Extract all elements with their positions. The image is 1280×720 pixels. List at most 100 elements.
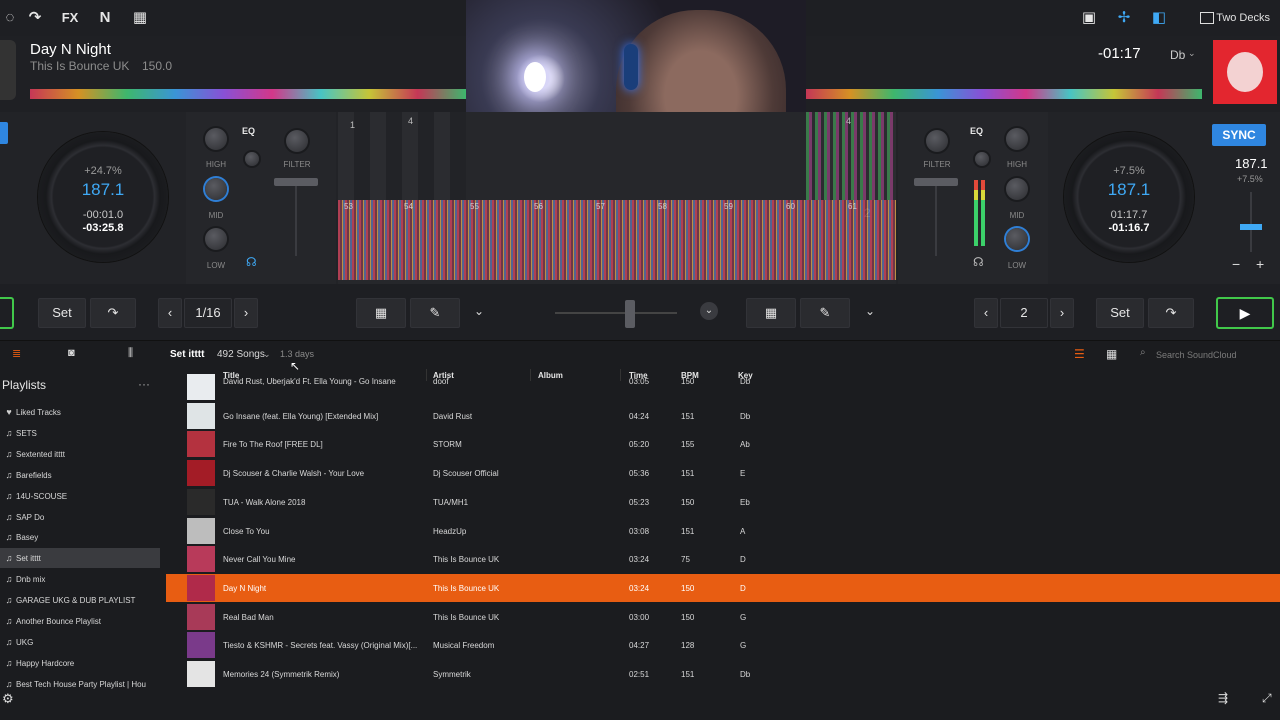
crossfader[interactable] xyxy=(555,300,677,328)
automix-icon[interactable]: ↷ xyxy=(25,9,45,27)
track-row[interactable]: TUA - Walk Alone 2018 TUA/MH1 05:23 150 Eb xyxy=(166,488,1280,516)
search-input[interactable]: Search SoundCloud xyxy=(1138,347,1276,363)
eq-label-b[interactable]: EQ xyxy=(970,126,983,136)
sidebar-playlist-item[interactable]: ♫ Barefields xyxy=(0,465,160,485)
song-count-dropdown[interactable]: 492 Songs xyxy=(217,349,265,360)
track-row[interactable]: Memories 24 (Symmetrik Remix) Symmetrik 02… xyxy=(166,660,1280,688)
filter-knob[interactable] xyxy=(286,130,308,152)
deck-a-jog-wheel[interactable]: +24.7% 187.1 -00:01.0 -03:25.8 xyxy=(38,132,168,262)
sidebar-playlist-item[interactable]: ♫ Happy Hardcore xyxy=(0,653,160,673)
track-row[interactable]: Fire To The Roof [FREE DL] STORM 05:20 155 A… xyxy=(166,430,1280,458)
deck-b-cue-jump-icon[interactable]: ↷ xyxy=(1148,298,1194,328)
track-row[interactable]: Dj Scouser & Charlie Walsh - Your Love Dj… xyxy=(166,459,1280,487)
beat-aligned-waveform[interactable] xyxy=(338,200,896,280)
deck-a-sync-button[interactable] xyxy=(0,122,8,144)
list-view-icon[interactable]: ☰ xyxy=(1074,347,1085,361)
grid-view-icon[interactable]: ▦ xyxy=(1106,347,1117,361)
headphone-cue-icon-b[interactable]: ☊ xyxy=(973,255,984,269)
chevron-down-icon[interactable]: ⌄ xyxy=(474,304,484,318)
record-icon[interactable]: ◌ xyxy=(0,9,20,27)
track-row[interactable]: Tiesto & KSHMR - Secrets feat. Vassy (Or… xyxy=(166,631,1280,659)
deck-a-loop-size[interactable]: 1/16 xyxy=(184,298,232,328)
two-decks-icon[interactable] xyxy=(1200,12,1214,24)
high-eq-knob-b[interactable] xyxy=(1006,128,1028,150)
deck-a-zoom-waveform[interactable] xyxy=(338,112,466,200)
sidebar-playlist-item[interactable]: ♫ Sextented itttt xyxy=(0,444,160,464)
deck-a-loop-next-button[interactable]: › xyxy=(234,298,258,328)
fx-button[interactable]: FX xyxy=(60,9,80,27)
deck-b-play-button[interactable]: ▶ xyxy=(1216,297,1274,329)
sidebar-playlist-item[interactable]: ♫ SETS xyxy=(0,423,160,443)
deck-a-overview-waveform[interactable] xyxy=(30,89,466,99)
sidebar-playlist-item[interactable]: ♫ GARAGE UKG & DUB PLAYLIST xyxy=(0,590,160,610)
neural-mix-icon[interactable]: N xyxy=(95,9,115,27)
sidebar-playlist-item[interactable]: ♫ Best Tech House Party Playlist | Hou xyxy=(0,674,160,689)
high-eq-knob[interactable] xyxy=(205,128,227,150)
deck-b-jog-wheel[interactable]: +7.5% 187.1 01:17.7 -01:16.7 xyxy=(1064,132,1194,262)
deck-b-loop-size[interactable]: 2 xyxy=(1000,298,1048,328)
sidebar-playlist-item[interactable]: ♫ Another Bounce Playlist xyxy=(0,611,160,631)
deck-a-set-cue-button[interactable]: Set xyxy=(38,298,86,328)
track-row[interactable]: David Rust, Uberjak'd Ft. Ella Young - G… xyxy=(166,373,1280,401)
deck-b-edit-icon[interactable]: ✎ xyxy=(800,298,850,328)
sidebar-playlist-item[interactable]: ♫ 14U-SCOUSE xyxy=(0,486,160,506)
mid-eq-knob-b[interactable] xyxy=(1006,178,1028,200)
crossfader-options-icon[interactable]: ⌄ xyxy=(700,302,718,320)
grid-icon[interactable]: ▦ xyxy=(130,9,150,27)
sidebar-playlist-item[interactable]: ♫ Dnb mix xyxy=(0,569,160,589)
library-tab-icon[interactable]: ⫼ xyxy=(128,347,133,360)
pitch-plus-button[interactable]: + xyxy=(1256,256,1264,272)
layout-selector[interactable]: Two Decks xyxy=(1216,12,1270,24)
deck-b-sync-button[interactable]: SYNC xyxy=(1212,124,1266,146)
queue-icon[interactable]: ⇶ xyxy=(1218,691,1228,705)
sidebar-playlist-item[interactable]: ♥ Liked Tracks xyxy=(0,402,160,422)
deck-b-overview-waveform[interactable] xyxy=(806,89,1202,99)
settings-gear-icon[interactable]: ⚙ xyxy=(2,691,14,707)
playlist-icon: ♫ xyxy=(5,574,13,585)
filter-knob-b[interactable] xyxy=(926,130,948,152)
mid-eq-knob[interactable] xyxy=(205,178,227,200)
central-waveforms[interactable]: 1 4 4 2 53 54 55 56 57 58 59 60 61 xyxy=(338,112,896,284)
sidebar-playlist-item[interactable]: ♫ SAP Do xyxy=(0,507,160,527)
deck-b-loop-next-button[interactable]: › xyxy=(1050,298,1074,328)
video-layout-icon[interactable]: ▣ xyxy=(1079,9,1099,27)
deck-a-edit-icon[interactable]: ✎ xyxy=(410,298,460,328)
sidebar-playlist-item[interactable]: ♫ Set itttt xyxy=(0,548,160,569)
playlists-tab-icon[interactable]: ≣ xyxy=(12,347,21,360)
deck-a-volume-fader[interactable] xyxy=(274,178,318,186)
sidebar-playlist-item[interactable]: ♫ UKG xyxy=(0,632,160,652)
pitch-slider-handle[interactable] xyxy=(1240,224,1262,230)
low-eq-knob[interactable] xyxy=(205,228,227,250)
deck-a-loop-prev-button[interactable]: ‹ xyxy=(158,298,182,328)
deck-a-cue-jump-icon[interactable]: ↷ xyxy=(90,298,136,328)
chevron-down-icon[interactable]: ⌄ xyxy=(263,349,271,360)
fullscreen-icon[interactable]: ⤢ xyxy=(1262,691,1272,706)
track-row[interactable]: Never Call You Mine This Is Bounce UK 03:2… xyxy=(166,545,1280,573)
gain-knob-b[interactable] xyxy=(975,152,989,166)
deck-b-set-cue-button[interactable]: Set xyxy=(1096,298,1144,328)
more-options-icon[interactable]: ··· xyxy=(138,377,150,391)
deck-b-volume-fader[interactable] xyxy=(914,178,958,186)
deck-b-key[interactable]: Db xyxy=(1170,48,1185,62)
chevron-down-icon[interactable]: ⌄ xyxy=(865,304,875,318)
headphone-cue-icon[interactable]: ☊ xyxy=(246,255,257,269)
eq-label[interactable]: EQ xyxy=(242,126,255,136)
deck-b-loop-prev-button[interactable]: ‹ xyxy=(974,298,998,328)
track-row[interactable]: Close To You HeadzUp 03:08 151 A xyxy=(166,517,1280,545)
waveform-view-icon[interactable]: ✢ xyxy=(1114,9,1134,27)
chevron-down-icon[interactable]: ⌄ xyxy=(1188,48,1196,59)
bottom-bar: ⚙ ⇶ ⤢ xyxy=(0,689,1280,720)
track-row[interactable]: Go Insane (feat. Ella Young) [Extended M… xyxy=(166,402,1280,430)
deck-b-pads-icon[interactable]: ▦ xyxy=(746,298,796,328)
sidebar-playlist-item[interactable]: ♫ Basey xyxy=(0,527,160,547)
gain-knob[interactable] xyxy=(245,152,259,166)
split-view-icon[interactable]: ◧ xyxy=(1149,9,1169,27)
crossfader-handle[interactable] xyxy=(625,300,635,328)
pitch-minus-button[interactable]: − xyxy=(1232,256,1240,272)
track-row[interactable]: Day N Night This Is Bounce UK 03:24 150 D xyxy=(166,573,1280,602)
recordings-tab-icon[interactable]: ◙ xyxy=(68,347,75,359)
deck-a-pads-icon[interactable]: ▦ xyxy=(356,298,406,328)
low-eq-knob-b[interactable] xyxy=(1006,228,1028,250)
track-row[interactable]: Real Bad Man This Is Bounce UK 03:00 150 G xyxy=(166,603,1280,631)
deck-a-play-button[interactable] xyxy=(0,297,14,329)
